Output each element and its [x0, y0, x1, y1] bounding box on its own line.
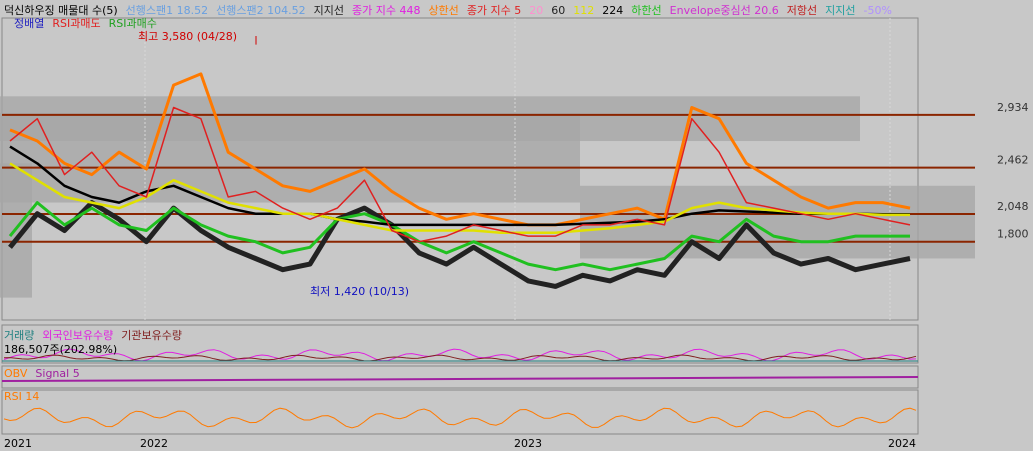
chart-window: 2,934 2,462 2,048 1,800 최고 3,580 (04/28) 최저 1…	[0, 0, 1033, 451]
price-level-label: 2,934	[997, 101, 1029, 114]
signal-legend: 정배열 RSI과매도 RSI과매수	[14, 15, 165, 30]
main-legend-item[interactable]: 저항선	[787, 4, 817, 17]
main-legend-item[interactable]: 종가 지수 448	[352, 4, 420, 17]
main-legend-item[interactable]: 224	[602, 4, 623, 17]
main-legend-item[interactable]: 하한선	[631, 4, 661, 17]
x-tick-label: 2023	[514, 437, 542, 450]
main-legend-item[interactable]: 지지선	[314, 4, 344, 17]
rsi-legend: RSI 14	[4, 390, 47, 403]
low-annotation: 최저 1,420 (10/13)	[310, 285, 409, 298]
obv-legend: OBV Signal 5	[4, 367, 88, 380]
main-legend-item[interactable]: 지지선	[825, 4, 855, 17]
signal-legend-item[interactable]: RSI과매도	[52, 17, 100, 30]
high-annotation: 최고 3,580 (04/28)	[138, 30, 237, 43]
main-legend-item[interactable]: 상한선	[428, 4, 458, 17]
obv-legend-item[interactable]: OBV	[4, 367, 27, 380]
price-level-label: 1,800	[997, 228, 1029, 241]
obv-legend-item[interactable]: Signal 5	[35, 367, 79, 380]
main-legend: 덕신하우징 매물대 수(5) 선행스팬1 18.52 선행스팬2 104.52 지지선…	[4, 2, 900, 17]
stock-chart[interactable]: 2,934 2,462 2,048 1,800 최고 3,580 (04/28) 최저 1…	[0, 0, 1033, 451]
main-legend-item[interactable]: -50%	[864, 4, 892, 17]
volume-value: 186,507주(202.98%)	[4, 343, 118, 356]
x-tick-label: 2021	[4, 437, 32, 450]
signal-legend-item[interactable]: 정배열	[14, 17, 44, 30]
x-tick-label: 2024	[888, 437, 916, 450]
main-legend-item[interactable]: 60	[551, 4, 565, 17]
volume-profile-band	[0, 113, 580, 203]
main-legend-item[interactable]: 112	[573, 4, 594, 17]
main-legend-item[interactable]: 종가 지수 5	[467, 4, 521, 17]
signal-legend-item[interactable]: RSI과매수	[109, 17, 157, 30]
main-legend-item[interactable]: 20	[529, 4, 543, 17]
price-level-label: 2,462	[997, 154, 1029, 167]
x-tick-label: 2022	[140, 437, 168, 450]
rsi-legend-item[interactable]: RSI 14	[4, 390, 39, 403]
price-level-label: 2,048	[997, 200, 1029, 213]
main-legend-item[interactable]: 선행스팬2 104.52	[216, 4, 305, 17]
main-legend-item[interactable]: Envelope중심선 20.6	[670, 4, 779, 17]
volume-legend-item[interactable]: 기관보유수량	[121, 329, 182, 342]
